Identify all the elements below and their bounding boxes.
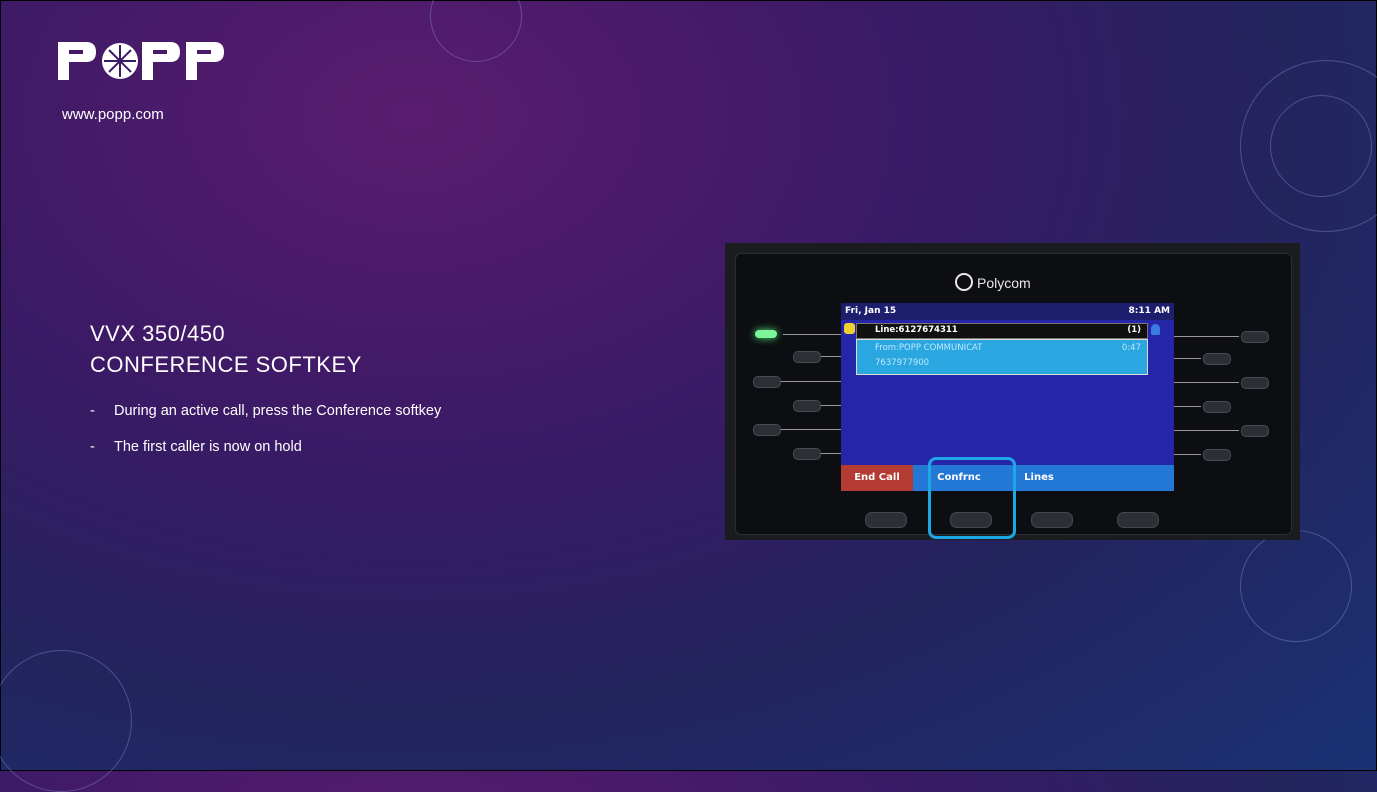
line-call-count: (1) (1127, 325, 1141, 335)
line-key-guide (1174, 430, 1239, 431)
line-key-left-2[interactable] (793, 351, 821, 363)
line-key-right-1[interactable] (1241, 331, 1269, 343)
bullet-text: The first caller is now on hold (114, 439, 302, 455)
polycom-brand: Polycom (955, 273, 1031, 291)
line-key-guide (821, 405, 841, 406)
line-key-guide (1174, 336, 1239, 337)
caller-number: 7637977900 (875, 358, 930, 368)
line-key-left-4[interactable] (793, 400, 821, 412)
status-bar: Fri, Jan 15 8:11 AM (841, 303, 1174, 320)
title-line-subject: CONFERENCE SOFTKEY (90, 352, 362, 377)
bullet-list: - During an active call, press the Confer… (90, 403, 441, 475)
bullet-marker: - (90, 403, 95, 419)
popp-logo (58, 42, 224, 80)
line-key-guide (781, 381, 841, 382)
line-key-right-3[interactable] (1241, 377, 1269, 389)
caller-name: From:POPP COMMUNICAT (875, 343, 983, 353)
line-key-guide (1174, 358, 1201, 359)
polycom-logo-icon (955, 273, 973, 291)
line-key-right-2[interactable] (1203, 353, 1231, 365)
line-key-right-5[interactable] (1241, 425, 1269, 437)
line-key-right-6[interactable] (1203, 449, 1231, 461)
website-url[interactable]: www.popp.com (62, 106, 164, 123)
active-call-info[interactable]: From:POPP COMMUNICAT 0:47 7637977900 (856, 339, 1148, 375)
active-call-icon (844, 323, 855, 334)
line-led-indicator (755, 330, 777, 338)
line-key-guide (1174, 382, 1239, 383)
user-icon (1151, 324, 1160, 335)
bullet-item: - The first caller is now on hold (90, 439, 441, 455)
line-key-guide (1174, 406, 1201, 407)
line-key-guide (821, 453, 841, 454)
softkey-button-4[interactable] (1117, 512, 1159, 528)
line-key-left-3[interactable] (753, 376, 781, 388)
conference-key-highlight (928, 457, 1016, 539)
bullet-item: - During an active call, press the Confer… (90, 403, 441, 419)
bullet-text: During an active call, press the Confere… (114, 403, 442, 419)
softkey-button-3[interactable] (1031, 512, 1073, 528)
softkey-button-1[interactable] (865, 512, 907, 528)
slide-title: VVX 350/450 CONFERENCE SOFTKEY (90, 318, 362, 380)
line-key-guide (783, 334, 841, 335)
line-key-guide (821, 356, 841, 357)
display-date: Fri, Jan 15 (845, 306, 897, 316)
line-key-left-5[interactable] (753, 424, 781, 436)
phone-photo: Polycom Fri, Jan 15 8:11 AM Line:6127674… (725, 243, 1300, 540)
brand-label: Polycom (977, 275, 1031, 291)
decorative-dial-right-inner (1270, 95, 1372, 197)
line-row[interactable]: Line:6127674311 (1) (856, 323, 1148, 339)
display-time: 8:11 AM (1128, 306, 1170, 316)
title-line-model: VVX 350/450 (90, 321, 226, 346)
line-key-left-6[interactable] (793, 448, 821, 460)
line-key-right-4[interactable] (1203, 401, 1231, 413)
call-duration: 0:47 (1121, 343, 1141, 353)
line-number: Line:6127674311 (875, 325, 958, 335)
bullet-marker: - (90, 439, 95, 455)
line-key-guide (1174, 454, 1201, 455)
decorative-dial-bottom-right (1240, 530, 1352, 642)
end-call-softkey[interactable]: End Call (841, 465, 913, 491)
line-key-guide (781, 429, 841, 430)
